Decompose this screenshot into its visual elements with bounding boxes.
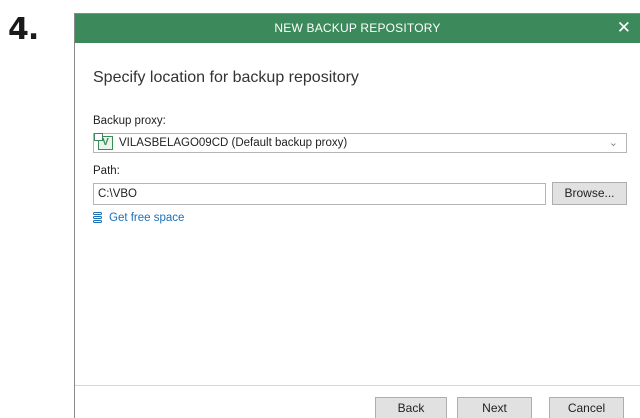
get-free-space-link[interactable]: Get free space [93, 210, 184, 226]
next-button[interactable]: Next [457, 397, 532, 418]
new-backup-repository-dialog: NEW BACKUP REPOSITORY ✕ Specify location… [74, 13, 640, 418]
path-input[interactable] [93, 183, 546, 205]
backup-proxy-value: VILASBELAGO09CD (Default backup proxy) [119, 137, 348, 149]
footer-divider [75, 385, 640, 386]
page-heading: Specify location for backup repository [93, 69, 359, 86]
dialog-title: NEW BACKUP REPOSITORY [274, 21, 441, 35]
backup-proxy-select[interactable]: V VILASBELAGO09CD (Default backup proxy)… [93, 133, 627, 153]
browse-button[interactable]: Browse... [552, 182, 627, 205]
backup-proxy-label: Backup proxy: [93, 115, 166, 127]
close-icon[interactable]: ✕ [617, 18, 631, 38]
dialog-titlebar: NEW BACKUP REPOSITORY ✕ [75, 14, 640, 43]
chevron-down-icon[interactable]: ⌄ [609, 136, 618, 149]
step-number: 4. [8, 12, 39, 47]
veeam-proxy-icon: V [94, 133, 113, 150]
cancel-button[interactable]: Cancel [549, 397, 624, 418]
back-button[interactable]: Back [375, 397, 447, 418]
get-free-space-label: Get free space [109, 212, 185, 224]
path-label: Path: [93, 165, 120, 177]
database-icon [93, 211, 102, 225]
